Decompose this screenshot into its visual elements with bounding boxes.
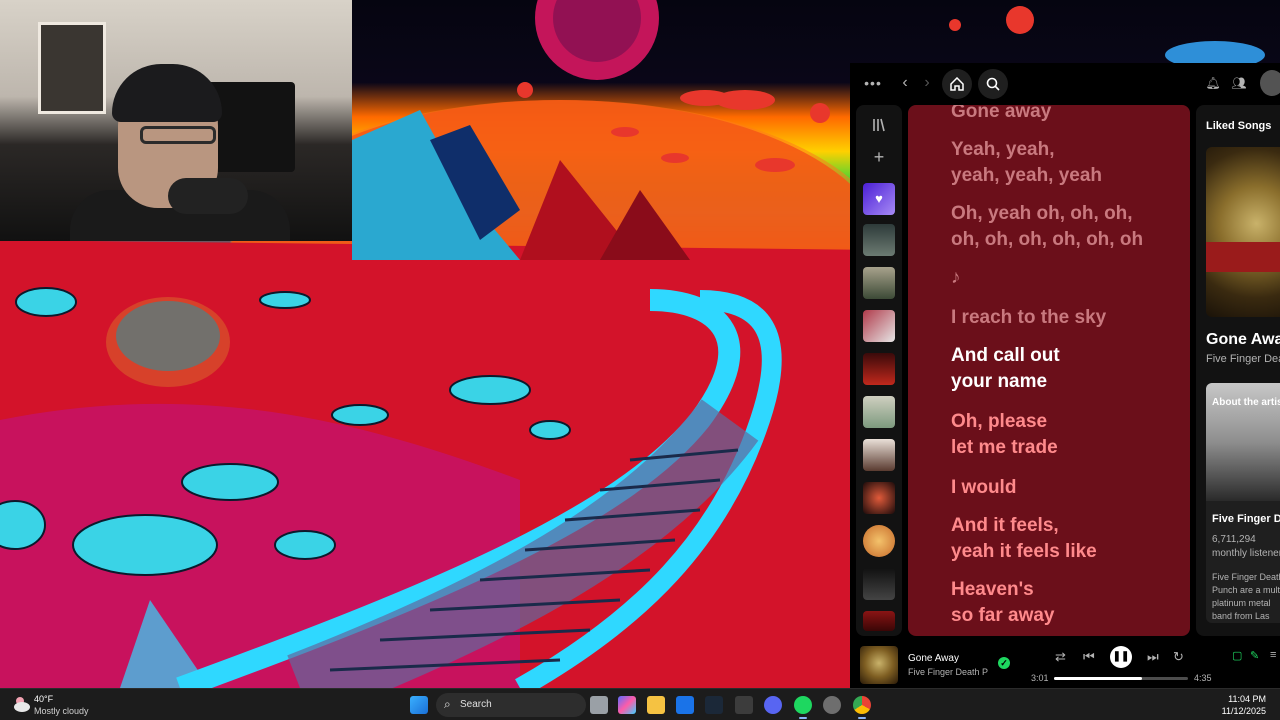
previous-icon[interactable]: ⏮︎: [1083, 649, 1095, 665]
webcam-person-glasses: [140, 126, 216, 144]
cloud-weather-icon[interactable]: [12, 695, 32, 713]
library-item-thumbnail[interactable]: [863, 439, 895, 471]
queue-icon[interactable]: ≡: [1270, 649, 1276, 661]
taskbar-search[interactable]: ⌕ Search: [436, 693, 586, 717]
library-item-thumbnail[interactable]: [863, 396, 895, 428]
lyric-line[interactable]: ♪: [951, 265, 1181, 291]
spotify-icon[interactable]: [794, 696, 812, 714]
shuffle-icon[interactable]: ⇄: [1055, 649, 1066, 665]
webcam-person-beanie: [112, 64, 222, 122]
album-art: [1206, 147, 1280, 317]
next-icon[interactable]: ⏭︎: [1147, 649, 1159, 665]
chevron-left-icon[interactable]: ‹: [898, 73, 912, 93]
home-button[interactable]: [942, 69, 972, 99]
player-song-title[interactable]: Gone Away: [908, 653, 959, 664]
lyric-line[interactable]: I would: [951, 475, 1181, 501]
artist-bio: Five Finger Death Punch are a multi-plat…: [1212, 572, 1280, 621]
library-item-thumbnail[interactable]: [863, 611, 895, 631]
library-item-thumbnail[interactable]: [863, 482, 895, 514]
progress-bar[interactable]: [1054, 677, 1188, 680]
player-album-art[interactable]: [860, 646, 898, 684]
friends-icon[interactable]: 👥︎: [1231, 75, 1246, 91]
webcam-background-window: [38, 22, 106, 114]
panel-header[interactable]: Liked Songs: [1206, 120, 1271, 132]
lyric-line[interactable]: Oh, yeah oh, oh, oh, oh, oh, oh, oh, oh,…: [951, 201, 1181, 253]
library-item-thumbnail[interactable]: [863, 353, 895, 385]
now-playing-view-icon[interactable]: ▢: [1232, 649, 1242, 662]
saved-check-icon[interactable]: ✓: [998, 657, 1010, 669]
home-icon: [950, 77, 964, 91]
obs-icon[interactable]: [823, 696, 841, 714]
task-view-icon[interactable]: [590, 696, 608, 714]
monthly-listeners: 6,711,294 monthly listeners: [1212, 534, 1280, 559]
webcam-overlay: [0, 0, 352, 241]
desktop: ••• ‹ › 🔔︎ 👥︎ + ♥ Gone away Yeah, yeah, …: [0, 0, 1280, 720]
file-explorer-icon[interactable]: [647, 696, 665, 714]
more-dots-icon[interactable]: •••: [864, 73, 882, 93]
repeat-icon[interactable]: ↻: [1173, 649, 1184, 665]
library-item-thumbnail[interactable]: [863, 267, 895, 299]
search-button[interactable]: [978, 69, 1008, 99]
library-item-thumbnail[interactable]: [863, 224, 895, 256]
steam-icon[interactable]: [705, 696, 723, 714]
liked-songs-heart-icon[interactable]: ♥: [863, 183, 895, 215]
outlook-icon[interactable]: [676, 696, 694, 714]
app-icon[interactable]: [735, 696, 753, 714]
lyric-line[interactable]: And it feels, yeah it feels like: [951, 513, 1181, 565]
library-item-thumbnail[interactable]: [863, 310, 895, 342]
about-artist-card[interactable]: About the artist Five Finger Death Punch…: [1206, 383, 1280, 623]
library-item-thumbnail[interactable]: [863, 525, 895, 557]
now-playing-panel: Liked Songs Gone Away Five Finger Death …: [1196, 105, 1280, 636]
clock-date[interactable]: 11/12/2025: [1222, 706, 1266, 716]
taskbar-search-label: Search: [460, 699, 492, 710]
weather-description[interactable]: Mostly cloudy: [34, 706, 89, 716]
lyric-line[interactable]: Heaven's so far away: [951, 577, 1181, 629]
duration-time: 4:35: [1194, 673, 1212, 683]
pause-button[interactable]: ❚❚: [1110, 646, 1132, 668]
search-icon: ⌕: [444, 697, 451, 711]
windows-start-icon[interactable]: [410, 696, 428, 714]
plus-icon[interactable]: +: [867, 147, 891, 167]
lyric-line[interactable]: Gone away: [951, 105, 1181, 125]
lyrics-panel: Gone away Yeah, yeah, yeah, yeah, yeah Oh,…: [908, 105, 1190, 636]
taskbar: 40°F Mostly cloudy ⌕ Search 11:04 PM 11/…: [0, 688, 1280, 720]
player-artist-name[interactable]: Five Finger Death Punch: [908, 667, 988, 677]
webcam-microphone: [168, 178, 248, 214]
copilot-icon[interactable]: [618, 696, 636, 714]
spotify-topbar: ••• ‹ › 🔔︎ 👥︎: [850, 63, 1280, 105]
progress-fill: [1054, 677, 1143, 680]
weather-temperature[interactable]: 40°F: [34, 694, 53, 704]
library-sidebar: + ♥: [856, 105, 902, 636]
about-artist-name: Five Finger Death Punch: [1212, 513, 1280, 525]
lyric-line[interactable]: I reach to the sky: [951, 305, 1181, 331]
bell-icon[interactable]: 🔔︎: [1205, 75, 1220, 91]
library-icon[interactable]: [867, 117, 891, 137]
chrome-icon[interactable]: [853, 696, 871, 714]
spotify-active-indicator: [799, 717, 807, 719]
panel-artist-name[interactable]: Five Finger Death Punch: [1206, 353, 1280, 365]
library-item-thumbnail[interactable]: [863, 568, 895, 600]
lyric-line[interactable]: Oh, please let me trade: [951, 409, 1181, 461]
spotify-window: ••• ‹ › 🔔︎ 👥︎ + ♥ Gone away Yeah, yeah, …: [850, 63, 1280, 688]
panel-song-title[interactable]: Gone Away: [1206, 331, 1280, 349]
discord-icon[interactable]: [764, 696, 782, 714]
about-artist-label: About the artist: [1212, 397, 1280, 408]
clock-time[interactable]: 11:04 PM: [1228, 694, 1266, 704]
player-bar: Gone Away Five Finger Death Punch ✓ ⇄ ⏮︎…: [850, 636, 1280, 688]
avatar[interactable]: [1260, 70, 1280, 96]
chevron-right-icon[interactable]: ›: [920, 73, 934, 93]
album-art-band: [1206, 242, 1280, 272]
elapsed-time: 3:01: [1031, 673, 1049, 683]
chrome-active-indicator: [858, 717, 866, 719]
search-icon: [986, 77, 1000, 91]
lyric-line-active[interactable]: And call out your name: [951, 343, 1181, 395]
lyric-line[interactable]: Yeah, yeah, yeah, yeah, yeah: [951, 137, 1181, 189]
lyrics-icon[interactable]: ✎: [1250, 649, 1259, 662]
